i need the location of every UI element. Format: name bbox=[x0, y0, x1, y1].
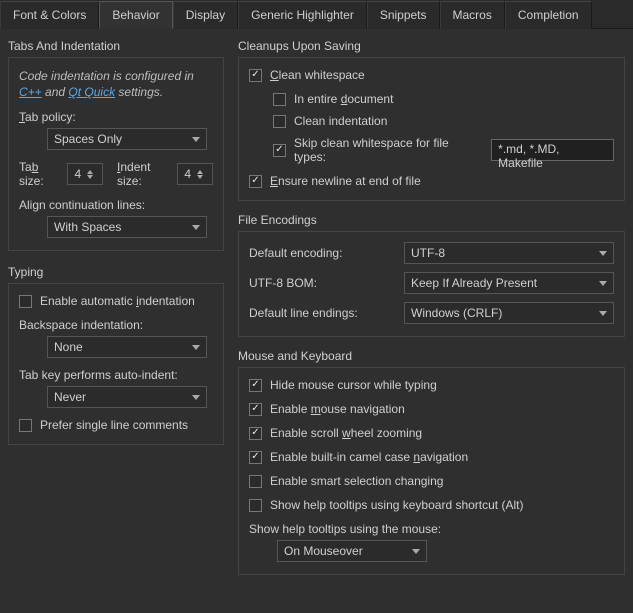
tab-font-colors[interactable]: Font & Colors bbox=[0, 1, 99, 29]
tabs-indent-title: Tabs And Indentation bbox=[8, 39, 224, 53]
chevron-down-icon bbox=[192, 225, 200, 230]
skip-clean-checkbox[interactable]: Skip clean whitespace for file types: *.… bbox=[273, 136, 614, 164]
checkbox-icon bbox=[19, 295, 32, 308]
tab-snippets[interactable]: Snippets bbox=[367, 1, 440, 29]
in-entire-doc-checkbox[interactable]: In entire document bbox=[273, 92, 614, 106]
alt-tooltip-checkbox[interactable]: Show help tooltips using keyboard shortc… bbox=[249, 498, 614, 512]
backspace-select[interactable]: None bbox=[47, 336, 207, 358]
checkbox-icon bbox=[249, 175, 262, 188]
checkbox-icon bbox=[249, 379, 262, 392]
clean-indent-checkbox[interactable]: Clean indentation bbox=[273, 114, 614, 128]
skip-types-input[interactable]: *.md, *.MD, Makefile bbox=[491, 139, 614, 161]
chevron-down-icon bbox=[599, 311, 607, 316]
default-enc-select[interactable]: UTF-8 bbox=[404, 242, 614, 264]
hide-cursor-label: Hide mouse cursor while typing bbox=[270, 378, 437, 392]
chevron-down-icon bbox=[192, 137, 200, 142]
prefer-single-label: Prefer single line comments bbox=[40, 418, 188, 432]
checkbox-icon bbox=[249, 403, 262, 416]
alt-tooltip-label: Show help tooltips using keyboard shortc… bbox=[270, 498, 523, 512]
mouse-nav-label: Enable mouse navigation bbox=[270, 402, 405, 416]
smart-sel-checkbox[interactable]: Enable smart selection changing bbox=[249, 474, 614, 488]
chevron-down-icon bbox=[599, 251, 607, 256]
wheel-zoom-label: Enable scroll wheel zooming bbox=[270, 426, 422, 440]
tab-macros[interactable]: Macros bbox=[440, 1, 505, 29]
tab-completion[interactable]: Completion bbox=[505, 1, 592, 29]
prefer-single-checkbox[interactable]: Prefer single line comments bbox=[19, 418, 213, 432]
tab-behavior[interactable]: Behavior bbox=[99, 1, 172, 29]
tab-size-spinner[interactable]: 4 bbox=[67, 163, 103, 185]
camel-nav-label: Enable built-in camel case navigation bbox=[270, 450, 468, 464]
chevron-down-icon bbox=[192, 395, 200, 400]
tab-bar: Font & Colors Behavior Display Generic H… bbox=[0, 0, 633, 29]
clean-indent-label: Clean indentation bbox=[294, 114, 387, 128]
auto-indent-checkbox[interactable]: Enable automatic indentation bbox=[19, 294, 213, 308]
encodings-title: File Encodings bbox=[238, 213, 625, 227]
link-cpp[interactable]: C++ bbox=[19, 85, 42, 99]
cleanups-group: Clean whitespace In entire document Clea… bbox=[238, 57, 625, 201]
tabs-indent-group: Code indentation is configured in C++ an… bbox=[8, 57, 224, 251]
smart-sel-label: Enable smart selection changing bbox=[270, 474, 443, 488]
bom-select[interactable]: Keep If Already Present bbox=[404, 272, 614, 294]
checkbox-icon bbox=[273, 93, 286, 106]
indent-size-label: Indent size: bbox=[117, 160, 169, 188]
line-endings-select[interactable]: Windows (CRLF) bbox=[404, 302, 614, 324]
cleanups-title: Cleanups Upon Saving bbox=[238, 39, 625, 53]
tab-policy-label: Tab policy: bbox=[19, 110, 213, 124]
checkbox-icon bbox=[273, 144, 286, 157]
line-endings-label: Default line endings: bbox=[249, 306, 394, 320]
typing-group: Enable automatic indentation Backspace i… bbox=[8, 283, 224, 445]
default-enc-label: Default encoding: bbox=[249, 246, 394, 260]
tabkey-select[interactable]: Never bbox=[47, 386, 207, 408]
wheel-zoom-checkbox[interactable]: Enable scroll wheel zooming bbox=[249, 426, 614, 440]
checkbox-icon bbox=[249, 451, 262, 464]
chevron-down-icon bbox=[192, 345, 200, 350]
chevron-down-icon bbox=[412, 549, 420, 554]
checkbox-icon bbox=[273, 115, 286, 128]
align-cont-select[interactable]: With Spaces bbox=[47, 216, 207, 238]
ensure-newline-checkbox[interactable]: Ensure newline at end of file bbox=[249, 174, 614, 188]
clean-whitespace-checkbox[interactable]: Clean whitespace bbox=[249, 68, 614, 82]
hide-cursor-checkbox[interactable]: Hide mouse cursor while typing bbox=[249, 378, 614, 392]
indent-size-spinner[interactable]: 4 bbox=[177, 163, 213, 185]
indent-note: Code indentation is configured in C++ an… bbox=[19, 68, 213, 100]
auto-indent-label: Enable automatic indentation bbox=[40, 294, 195, 308]
checkbox-icon bbox=[249, 427, 262, 440]
in-entire-doc-label: In entire document bbox=[294, 92, 393, 106]
checkbox-icon bbox=[249, 475, 262, 488]
chevron-down-icon bbox=[599, 281, 607, 286]
checkbox-icon bbox=[249, 499, 262, 512]
ensure-newline-label: Ensure newline at end of file bbox=[270, 174, 421, 188]
mouse-tooltip-label: Show help tooltips using the mouse: bbox=[249, 522, 614, 536]
camel-nav-checkbox[interactable]: Enable built-in camel case navigation bbox=[249, 450, 614, 464]
encodings-group: Default encoding: UTF-8 UTF-8 BOM: Keep … bbox=[238, 231, 625, 337]
tabkey-label: Tab key performs auto-indent: bbox=[19, 368, 213, 382]
tab-policy-select[interactable]: Spaces Only bbox=[47, 128, 207, 150]
tab-generic-highlighter[interactable]: Generic Highlighter bbox=[238, 1, 367, 29]
skip-clean-label: Skip clean whitespace for file types: bbox=[294, 136, 483, 164]
mouse-kb-group: Hide mouse cursor while typing Enable mo… bbox=[238, 367, 625, 575]
checkbox-icon bbox=[249, 69, 262, 82]
tab-display[interactable]: Display bbox=[173, 1, 238, 29]
mouse-tooltip-select[interactable]: On Mouseover bbox=[277, 540, 427, 562]
typing-title: Typing bbox=[8, 265, 224, 279]
checkbox-icon bbox=[19, 419, 32, 432]
link-qtquick[interactable]: Qt Quick bbox=[68, 85, 115, 99]
align-cont-label: Align continuation lines: bbox=[19, 198, 213, 212]
backspace-label: Backspace indentation: bbox=[19, 318, 213, 332]
mouse-kb-title: Mouse and Keyboard bbox=[238, 349, 625, 363]
clean-whitespace-label: Clean whitespace bbox=[270, 68, 365, 82]
bom-label: UTF-8 BOM: bbox=[249, 276, 394, 290]
tab-size-label: Tab size: bbox=[19, 160, 59, 188]
mouse-nav-checkbox[interactable]: Enable mouse navigation bbox=[249, 402, 614, 416]
